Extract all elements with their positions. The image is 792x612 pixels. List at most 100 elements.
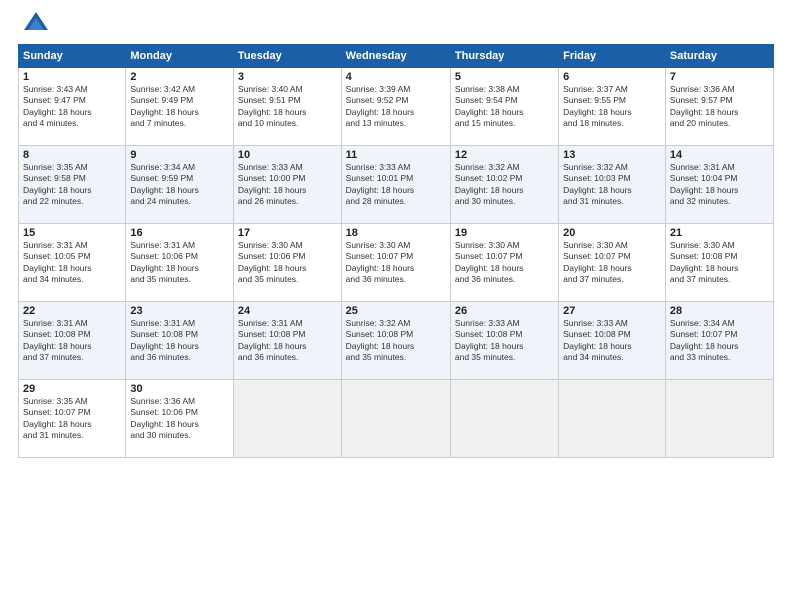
calendar-cell: 7 Sunrise: 3:36 AMSunset: 9:57 PMDayligh… (665, 68, 773, 146)
calendar-cell: 30 Sunrise: 3:36 AMSunset: 10:06 PMDayli… (126, 380, 234, 458)
day-number: 6 (563, 71, 661, 83)
calendar-week-1: 1 Sunrise: 3:43 AMSunset: 9:47 PMDayligh… (19, 68, 774, 146)
calendar-cell (559, 380, 666, 458)
calendar-cell: 11 Sunrise: 3:33 AMSunset: 10:01 PMDayli… (341, 146, 450, 224)
day-number: 27 (563, 305, 661, 317)
calendar-cell: 5 Sunrise: 3:38 AMSunset: 9:54 PMDayligh… (450, 68, 558, 146)
calendar-header-monday: Monday (126, 45, 234, 68)
day-info: Sunrise: 3:33 AMSunset: 10:01 PMDaylight… (346, 162, 415, 206)
calendar-header-tuesday: Tuesday (233, 45, 341, 68)
day-number: 23 (130, 305, 229, 317)
calendar-table: SundayMondayTuesdayWednesdayThursdayFrid… (18, 44, 774, 458)
day-info: Sunrise: 3:30 AMSunset: 10:06 PMDaylight… (238, 240, 307, 284)
calendar-cell: 10 Sunrise: 3:33 AMSunset: 10:00 PMDayli… (233, 146, 341, 224)
day-info: Sunrise: 3:32 AMSunset: 10:08 PMDaylight… (346, 318, 415, 362)
day-number: 24 (238, 305, 337, 317)
calendar-cell (450, 380, 558, 458)
day-info: Sunrise: 3:43 AMSunset: 9:47 PMDaylight:… (23, 84, 92, 128)
day-info: Sunrise: 3:39 AMSunset: 9:52 PMDaylight:… (346, 84, 415, 128)
day-info: Sunrise: 3:32 AMSunset: 10:02 PMDaylight… (455, 162, 524, 206)
calendar-cell: 23 Sunrise: 3:31 AMSunset: 10:08 PMDayli… (126, 302, 234, 380)
day-info: Sunrise: 3:34 AMSunset: 9:59 PMDaylight:… (130, 162, 199, 206)
day-number: 30 (130, 383, 229, 395)
calendar-header-friday: Friday (559, 45, 666, 68)
day-number: 3 (238, 71, 337, 83)
calendar-cell: 28 Sunrise: 3:34 AMSunset: 10:07 PMDayli… (665, 302, 773, 380)
day-number: 26 (455, 305, 554, 317)
calendar-header-wednesday: Wednesday (341, 45, 450, 68)
calendar-cell: 8 Sunrise: 3:35 AMSunset: 9:58 PMDayligh… (19, 146, 126, 224)
calendar-cell: 26 Sunrise: 3:33 AMSunset: 10:08 PMDayli… (450, 302, 558, 380)
day-number: 4 (346, 71, 446, 83)
calendar-header-saturday: Saturday (665, 45, 773, 68)
day-info: Sunrise: 3:35 AMSunset: 10:07 PMDaylight… (23, 396, 92, 440)
calendar-cell: 4 Sunrise: 3:39 AMSunset: 9:52 PMDayligh… (341, 68, 450, 146)
calendar-cell: 24 Sunrise: 3:31 AMSunset: 10:08 PMDayli… (233, 302, 341, 380)
day-info: Sunrise: 3:30 AMSunset: 10:07 PMDaylight… (563, 240, 632, 284)
day-number: 15 (23, 227, 121, 239)
day-info: Sunrise: 3:33 AMSunset: 10:08 PMDaylight… (455, 318, 524, 362)
calendar-header-sunday: Sunday (19, 45, 126, 68)
day-info: Sunrise: 3:35 AMSunset: 9:58 PMDaylight:… (23, 162, 92, 206)
day-number: 1 (23, 71, 121, 83)
logo-icon (22, 10, 50, 38)
day-number: 19 (455, 227, 554, 239)
day-info: Sunrise: 3:33 AMSunset: 10:08 PMDaylight… (563, 318, 632, 362)
calendar-cell: 19 Sunrise: 3:30 AMSunset: 10:07 PMDayli… (450, 224, 558, 302)
day-info: Sunrise: 3:31 AMSunset: 10:06 PMDaylight… (130, 240, 199, 284)
day-number: 20 (563, 227, 661, 239)
calendar-cell: 21 Sunrise: 3:30 AMSunset: 10:08 PMDayli… (665, 224, 773, 302)
calendar-cell: 25 Sunrise: 3:32 AMSunset: 10:08 PMDayli… (341, 302, 450, 380)
calendar-cell: 2 Sunrise: 3:42 AMSunset: 9:49 PMDayligh… (126, 68, 234, 146)
calendar-cell: 29 Sunrise: 3:35 AMSunset: 10:07 PMDayli… (19, 380, 126, 458)
calendar-cell: 18 Sunrise: 3:30 AMSunset: 10:07 PMDayli… (341, 224, 450, 302)
day-number: 18 (346, 227, 446, 239)
calendar-week-5: 29 Sunrise: 3:35 AMSunset: 10:07 PMDayli… (19, 380, 774, 458)
calendar-week-4: 22 Sunrise: 3:31 AMSunset: 10:08 PMDayli… (19, 302, 774, 380)
day-number: 7 (670, 71, 769, 83)
day-number: 2 (130, 71, 229, 83)
calendar-cell: 16 Sunrise: 3:31 AMSunset: 10:06 PMDayli… (126, 224, 234, 302)
header (18, 10, 774, 38)
day-number: 10 (238, 149, 337, 161)
day-info: Sunrise: 3:36 AMSunset: 9:57 PMDaylight:… (670, 84, 739, 128)
day-number: 5 (455, 71, 554, 83)
calendar-cell: 3 Sunrise: 3:40 AMSunset: 9:51 PMDayligh… (233, 68, 341, 146)
calendar-cell: 17 Sunrise: 3:30 AMSunset: 10:06 PMDayli… (233, 224, 341, 302)
day-number: 25 (346, 305, 446, 317)
day-info: Sunrise: 3:42 AMSunset: 9:49 PMDaylight:… (130, 84, 199, 128)
day-number: 12 (455, 149, 554, 161)
day-info: Sunrise: 3:30 AMSunset: 10:08 PMDaylight… (670, 240, 739, 284)
calendar-cell (665, 380, 773, 458)
calendar-cell: 1 Sunrise: 3:43 AMSunset: 9:47 PMDayligh… (19, 68, 126, 146)
day-info: Sunrise: 3:37 AMSunset: 9:55 PMDaylight:… (563, 84, 632, 128)
day-number: 29 (23, 383, 121, 395)
calendar-cell: 27 Sunrise: 3:33 AMSunset: 10:08 PMDayli… (559, 302, 666, 380)
day-info: Sunrise: 3:31 AMSunset: 10:08 PMDaylight… (130, 318, 199, 362)
calendar-week-3: 15 Sunrise: 3:31 AMSunset: 10:05 PMDayli… (19, 224, 774, 302)
calendar-cell: 14 Sunrise: 3:31 AMSunset: 10:04 PMDayli… (665, 146, 773, 224)
day-number: 13 (563, 149, 661, 161)
day-number: 28 (670, 305, 769, 317)
day-info: Sunrise: 3:30 AMSunset: 10:07 PMDaylight… (455, 240, 524, 284)
day-number: 8 (23, 149, 121, 161)
day-number: 17 (238, 227, 337, 239)
day-info: Sunrise: 3:34 AMSunset: 10:07 PMDaylight… (670, 318, 739, 362)
calendar-cell: 12 Sunrise: 3:32 AMSunset: 10:02 PMDayli… (450, 146, 558, 224)
day-info: Sunrise: 3:31 AMSunset: 10:05 PMDaylight… (23, 240, 92, 284)
day-number: 22 (23, 305, 121, 317)
day-info: Sunrise: 3:33 AMSunset: 10:00 PMDaylight… (238, 162, 307, 206)
day-number: 16 (130, 227, 229, 239)
calendar-header-thursday: Thursday (450, 45, 558, 68)
day-number: 14 (670, 149, 769, 161)
day-info: Sunrise: 3:30 AMSunset: 10:07 PMDaylight… (346, 240, 415, 284)
day-info: Sunrise: 3:31 AMSunset: 10:04 PMDaylight… (670, 162, 739, 206)
calendar-cell: 6 Sunrise: 3:37 AMSunset: 9:55 PMDayligh… (559, 68, 666, 146)
day-info: Sunrise: 3:31 AMSunset: 10:08 PMDaylight… (238, 318, 307, 362)
day-info: Sunrise: 3:40 AMSunset: 9:51 PMDaylight:… (238, 84, 307, 128)
day-info: Sunrise: 3:38 AMSunset: 9:54 PMDaylight:… (455, 84, 524, 128)
day-info: Sunrise: 3:31 AMSunset: 10:08 PMDaylight… (23, 318, 92, 362)
day-info: Sunrise: 3:36 AMSunset: 10:06 PMDaylight… (130, 396, 199, 440)
calendar-week-2: 8 Sunrise: 3:35 AMSunset: 9:58 PMDayligh… (19, 146, 774, 224)
day-info: Sunrise: 3:32 AMSunset: 10:03 PMDaylight… (563, 162, 632, 206)
